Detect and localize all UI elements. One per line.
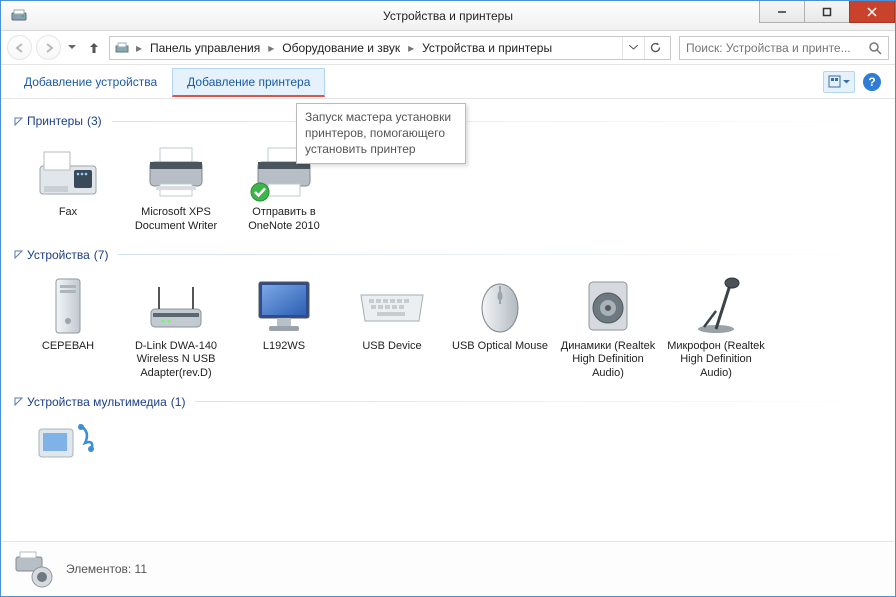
status-label: Элементов: xyxy=(66,562,131,576)
device-item[interactable]: USB Optical Mouse xyxy=(446,268,554,387)
navigation-bar: ▸ Панель управления ▸ Оборудование и зву… xyxy=(1,31,895,65)
section-count: (7) xyxy=(94,248,109,262)
device-item[interactable]: USB Device xyxy=(338,268,446,387)
item-label: Микрофон (Realtek High Definition Audio) xyxy=(664,340,768,381)
chevron-right-icon[interactable]: ▸ xyxy=(266,41,276,55)
up-button[interactable] xyxy=(83,37,105,59)
content-area: Принтеры (3) Fax Microsoft XPS Document … xyxy=(2,100,894,540)
section-title: Устройства мультимедиа xyxy=(27,395,167,409)
default-check-icon xyxy=(250,182,270,202)
section-title: Устройства xyxy=(27,248,90,262)
media-device-item[interactable] xyxy=(14,415,122,469)
status-count: 11 xyxy=(135,562,147,576)
item-label: USB Optical Mouse xyxy=(452,340,548,354)
device-item[interactable]: L192WS xyxy=(230,268,338,387)
section-header-media[interactable]: Устройства мультимедиа (1) xyxy=(14,395,882,409)
item-label: СЕРЕВАН xyxy=(42,340,94,354)
close-button[interactable] xyxy=(849,1,895,23)
printer-item[interactable]: Fax xyxy=(14,134,122,240)
item-label: Динамики (Realtek High Definition Audio) xyxy=(556,340,660,381)
speaker-icon xyxy=(572,274,644,338)
item-label: USB Device xyxy=(362,340,421,354)
microphone-icon xyxy=(680,274,752,338)
collapse-icon xyxy=(14,397,23,406)
device-item[interactable]: СЕРЕВАН xyxy=(14,268,122,387)
breadcrumb[interactable]: Панель управления xyxy=(144,37,266,59)
printer-icon xyxy=(140,140,212,204)
printer-item[interactable]: Microsoft XPS Document Writer xyxy=(122,134,230,240)
item-label: Microsoft XPS Document Writer xyxy=(124,206,228,234)
forward-button[interactable] xyxy=(36,35,61,60)
history-dropdown[interactable] xyxy=(65,45,79,50)
status-bar: Элементов: 11 xyxy=(2,541,894,595)
item-label: L192WS xyxy=(263,340,305,354)
refresh-button[interactable] xyxy=(644,37,666,59)
devices-icon xyxy=(114,39,132,57)
device-item[interactable]: D-Link DWA-140 Wireless N USB Adapter(re… xyxy=(122,268,230,387)
back-button[interactable] xyxy=(7,35,32,60)
keyboard-icon xyxy=(356,274,428,338)
breadcrumb[interactable]: Устройства и принтеры xyxy=(416,37,558,59)
section-count: (1) xyxy=(171,395,186,409)
add-printer-button[interactable]: Добавление принтера xyxy=(172,68,325,97)
router-icon xyxy=(140,274,212,338)
address-dropdown[interactable] xyxy=(622,37,644,59)
add-device-button[interactable]: Добавление устройства xyxy=(9,68,172,95)
device-item[interactable]: Микрофон (Realtek High Definition Audio) xyxy=(662,268,770,387)
breadcrumb[interactable]: Оборудование и звук xyxy=(276,37,406,59)
mouse-icon xyxy=(464,274,536,338)
search-input[interactable] xyxy=(686,41,868,55)
minimize-button[interactable] xyxy=(759,1,805,23)
chevron-right-icon[interactable]: ▸ xyxy=(134,41,144,55)
computer-tower-icon xyxy=(32,274,104,338)
search-icon[interactable] xyxy=(868,41,882,55)
status-text: Элементов: 11 xyxy=(66,562,147,576)
media-device-icon xyxy=(32,421,104,463)
device-item[interactable]: Динамики (Realtek High Definition Audio) xyxy=(554,268,662,387)
chevron-down-icon xyxy=(843,80,850,84)
item-label: Fax xyxy=(59,206,77,220)
item-label: D-Link DWA-140 Wireless N USB Adapter(re… xyxy=(124,340,228,381)
help-button[interactable]: ? xyxy=(863,73,881,91)
monitor-icon xyxy=(248,274,320,338)
tooltip: Запуск мастера установки принтеров, помо… xyxy=(296,103,466,164)
section-title: Принтеры xyxy=(27,114,83,128)
address-bar[interactable]: ▸ Панель управления ▸ Оборудование и зву… xyxy=(109,36,671,60)
command-bar: Добавление устройства Добавление принтер… xyxy=(1,65,895,99)
status-category-icon xyxy=(12,547,56,591)
maximize-button[interactable] xyxy=(804,1,850,23)
collapse-icon xyxy=(14,117,23,126)
chevron-right-icon[interactable]: ▸ xyxy=(406,41,416,55)
view-options-button[interactable] xyxy=(823,71,855,93)
search-box[interactable] xyxy=(679,36,889,60)
fax-icon xyxy=(32,140,104,204)
collapse-icon xyxy=(14,250,23,259)
title-bar: Устройства и принтеры xyxy=(1,1,895,31)
section-count: (3) xyxy=(87,114,102,128)
section-header-devices[interactable]: Устройства (7) xyxy=(14,248,882,262)
item-label: Отправить в OneNote 2010 xyxy=(232,206,336,234)
